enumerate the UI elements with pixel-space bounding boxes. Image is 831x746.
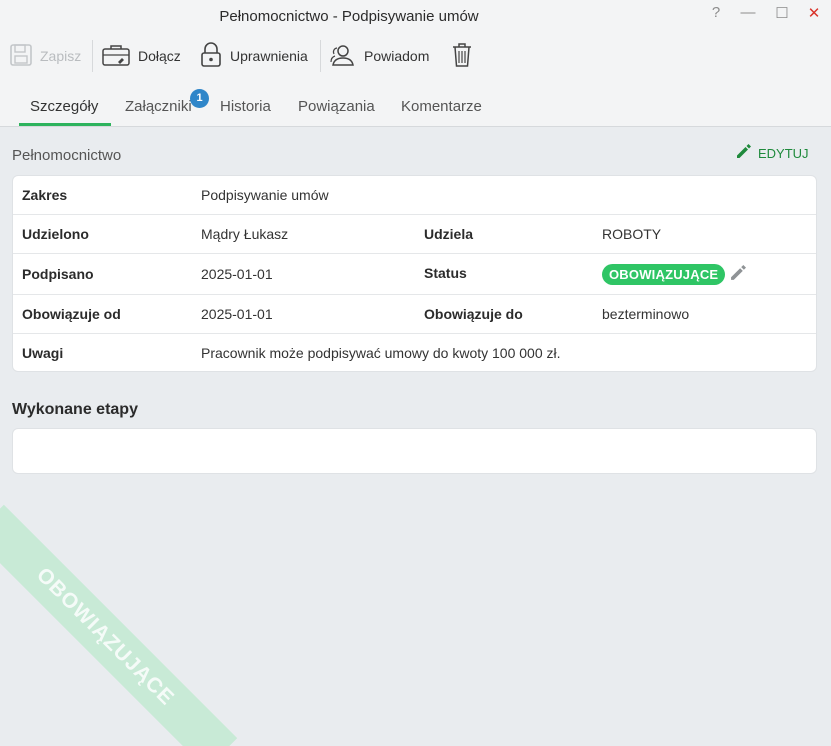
obowiazuje-do-value: bezterminowo (602, 306, 690, 322)
save-label: Zapisz (40, 48, 82, 64)
toolbar-divider (92, 40, 93, 72)
save-button[interactable]: Zapisz (10, 38, 81, 74)
toolbar: Zapisz Dołącz Uprawnienia Powiadom (0, 38, 831, 74)
stages-title: Wykonane etapy (12, 401, 138, 418)
pencil-icon (736, 144, 751, 162)
detail-row-zakres: Zakres Podpisywanie umów (13, 176, 816, 215)
tab-bar: Szczegóły Załączniki Historia Powiązania… (0, 88, 831, 126)
tab-history[interactable]: Historia (220, 88, 271, 126)
minimize-icon[interactable]: — (738, 4, 758, 21)
edit-button[interactable]: EDYTUJ (736, 144, 809, 162)
zakres-value: Podpisywanie umów (201, 187, 329, 203)
attach-label: Dołącz (138, 48, 181, 64)
obowiazuje-do-label: Obowiązuje do (424, 306, 523, 322)
toolbar-divider (320, 40, 321, 72)
obowiazuje-od-label: Obowiązuje od (22, 306, 121, 322)
detail-row-podpisano: Podpisano 2025-01-01 Status OBOWIĄZUJĄCE (13, 254, 816, 295)
delete-button[interactable] (452, 38, 472, 74)
help-icon[interactable]: ? (706, 4, 726, 21)
udziela-value: ROBOTY (602, 226, 662, 242)
zakres-label: Zakres (22, 187, 68, 203)
permissions-button[interactable]: Uprawnienia (200, 38, 308, 74)
edit-label: EDYTUJ (758, 145, 809, 161)
notify-label: Powiadom (364, 48, 430, 64)
uwagi-label: Uwagi (22, 344, 64, 361)
tab-attachments[interactable]: Załączniki (125, 88, 192, 126)
status-label: Status (424, 265, 467, 281)
status-cell: OBOWIĄZUJĄCE (602, 254, 747, 294)
details-card: Zakres Podpisywanie umów Udzielono Mądry… (12, 175, 817, 372)
tab-relations[interactable]: Powiązania (298, 88, 375, 126)
uwagi-value: Pracownik może podpisywać umowy do kwoty… (201, 344, 561, 361)
tab-comments[interactable]: Komentarze (401, 88, 482, 126)
status-watermark: OBOWIĄZUJĄCE (0, 504, 238, 746)
obowiazuje-od-value: 2025-01-01 (201, 306, 273, 322)
stages-card (12, 428, 817, 474)
active-tab-indicator (19, 123, 111, 126)
maximize-icon[interactable]: ☐ (772, 4, 792, 22)
close-icon[interactable]: ✕ (804, 4, 824, 22)
tab-details[interactable]: Szczegóły (30, 88, 98, 126)
permissions-label: Uprawnienia (230, 48, 308, 64)
attach-button[interactable]: Dołącz (102, 38, 181, 74)
section-title: Pełnomocnictwo (12, 147, 122, 164)
udzielono-value: Mądry Łukasz (201, 226, 289, 242)
udzielono-label: Udzielono (22, 226, 89, 242)
floppy-disk-icon (10, 43, 32, 69)
window-title: Pełnomocnictwo - Podpisywanie umów (219, 8, 479, 25)
podpisano-value: 2025-01-01 (201, 266, 273, 282)
attachments-count-badge: 1 (190, 89, 209, 108)
pencil-icon[interactable] (730, 264, 747, 284)
notify-button[interactable]: Powiadom (330, 38, 429, 74)
status-badge: OBOWIĄZUJĄCE (602, 263, 726, 285)
detail-row-uwagi: Uwagi Pracownik może podpisywać umowy do… (13, 334, 816, 371)
briefcase-icon (102, 43, 130, 70)
users-icon (330, 44, 356, 69)
udziela-label: Udziela (424, 226, 474, 242)
lock-icon (200, 41, 222, 71)
podpisano-label: Podpisano (22, 266, 94, 282)
detail-row-udzielono: Udzielono Mądry Łukasz Udziela ROBOTY (13, 215, 816, 254)
detail-row-obowiazuje: Obowiązuje od 2025-01-01 Obowiązuje do b… (13, 295, 816, 334)
window-header: Pełnomocnictwo - Podpisywanie umów ? — ☐… (0, 0, 831, 127)
trash-icon (452, 42, 472, 71)
